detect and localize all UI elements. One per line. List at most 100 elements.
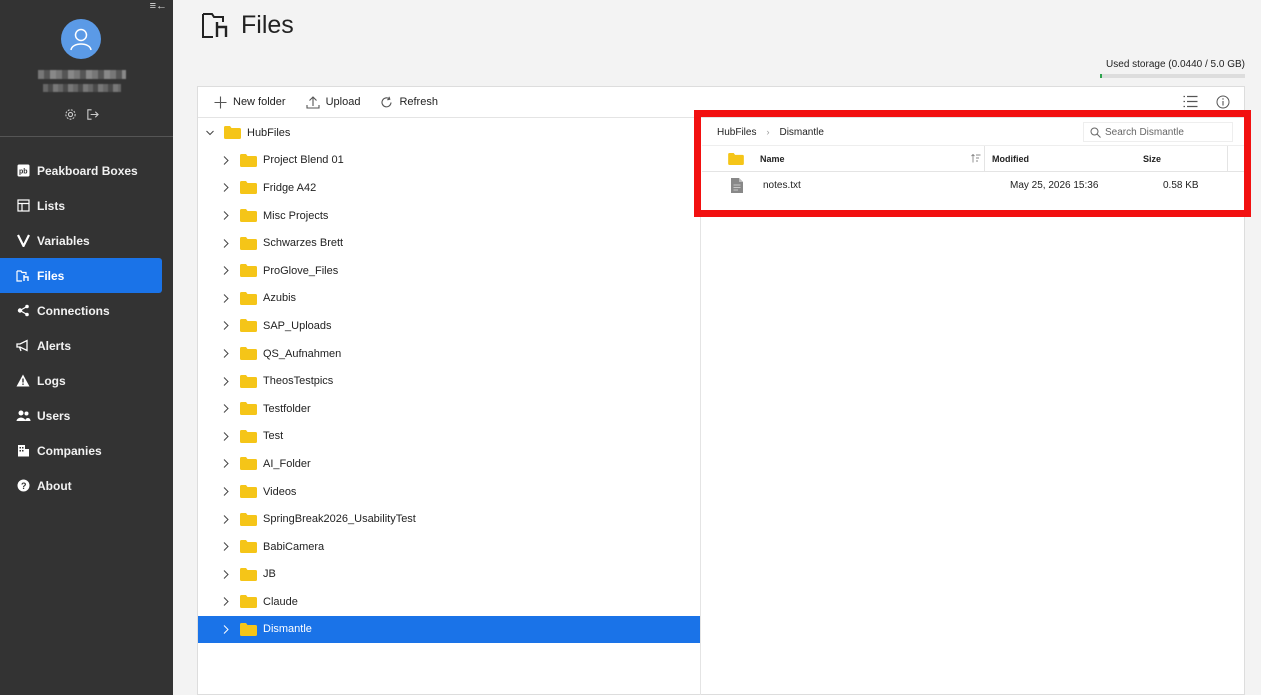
folder-icon: [240, 429, 257, 443]
chevron-right-icon[interactable]: [220, 431, 232, 441]
chevron-right-icon[interactable]: [220, 404, 232, 414]
file-manager-panel: New folder Upload Refresh HubFiles Proje…: [197, 86, 1245, 695]
tree-folder-label: Dismantle: [263, 623, 312, 636]
chevron-right-icon[interactable]: [220, 569, 232, 579]
info-icon[interactable]: [1216, 95, 1230, 109]
sidebar-item-label: Peakboard Boxes: [37, 163, 138, 178]
collapse-sidebar-button[interactable]: ≡←: [150, 0, 167, 12]
chevron-right-icon[interactable]: [220, 487, 232, 496]
tree-folder-label: Project Blend 01: [263, 154, 344, 167]
tree-folder-label: Videos: [263, 485, 297, 498]
storage-bar-fill: [1100, 74, 1102, 78]
folder-icon: [224, 126, 241, 140]
folder-icon: [240, 512, 257, 526]
chevron-right-icon[interactable]: [220, 597, 232, 607]
megaphone-icon: [15, 338, 31, 354]
tree-folder-item[interactable]: Videos: [198, 478, 700, 506]
tree-folder-item[interactable]: AI_Folder: [198, 450, 700, 478]
chevron-right-icon: ›: [766, 127, 770, 137]
tree-folder-label: SpringBreak2026_UsabilityTest: [263, 513, 416, 526]
column-header-modified[interactable]: Modified: [992, 154, 1029, 164]
folder-icon: [728, 152, 744, 165]
column-header-size[interactable]: Size: [1143, 154, 1161, 164]
breadcrumb-item-current[interactable]: Dismantle: [779, 127, 823, 138]
chevron-right-icon[interactable]: [220, 376, 232, 386]
tree-folder-item[interactable]: Azubis: [198, 285, 700, 313]
sidebar-item-peakboard-boxes[interactable]: pb Peakboard Boxes: [0, 153, 162, 188]
sidebar-item-about[interactable]: ? About: [0, 468, 162, 503]
tree-folder-item[interactable]: Misc Projects: [198, 202, 700, 230]
folder-icon: [240, 595, 257, 609]
folder-icon: [240, 291, 257, 305]
avatar[interactable]: [61, 19, 101, 59]
user-icon: [70, 28, 92, 51]
tree-folder-item[interactable]: SpringBreak2026_UsabilityTest: [198, 505, 700, 533]
chevron-right-icon[interactable]: [220, 459, 232, 469]
warning-icon: [15, 373, 31, 389]
search-input[interactable]: Search Dismantle: [1083, 122, 1233, 142]
new-folder-button[interactable]: New folder: [214, 96, 286, 109]
chevron-right-icon[interactable]: [220, 321, 232, 331]
chevron-right-icon[interactable]: [220, 542, 232, 552]
user-email-redacted: [43, 84, 121, 92]
tree-folder-item[interactable]: Project Blend 01: [198, 147, 700, 175]
plus-icon: [214, 96, 227, 109]
chevron-right-icon[interactable]: [220, 294, 232, 303]
tree-folder-label: Misc Projects: [263, 209, 329, 222]
tree-folder-item[interactable]: Schwarzes Brett: [198, 229, 700, 257]
sidebar-item-label: Logs: [37, 373, 66, 388]
sidebar-item-connections[interactable]: Connections: [0, 293, 162, 328]
chevron-right-icon[interactable]: [220, 266, 232, 276]
sidebar-item-label: Variables: [37, 233, 90, 248]
chevron-right-icon[interactable]: [220, 625, 232, 634]
logout-icon[interactable]: [85, 107, 99, 121]
settings-gear-icon[interactable]: [63, 107, 77, 121]
folder-icon: [240, 457, 257, 471]
chevron-right-icon[interactable]: [220, 211, 232, 220]
tree-folder-item[interactable]: Testfolder: [198, 395, 700, 423]
tree-folder-item[interactable]: ProGlove_Files: [198, 257, 700, 285]
tree-folder-item[interactable]: QS_Aufnahmen: [198, 340, 700, 368]
tree-folder-item[interactable]: BabiCamera: [198, 533, 700, 561]
tree-folder-item[interactable]: Fridge A42: [198, 174, 700, 202]
tree-folder-label: ProGlove_Files: [263, 264, 339, 277]
chevron-right-icon[interactable]: [220, 156, 232, 165]
page-title: Files: [201, 10, 294, 40]
chevron-down-icon[interactable]: [204, 130, 216, 136]
chevron-right-icon[interactable]: [220, 183, 232, 193]
tree-folder-item[interactable]: Dismantle: [198, 615, 700, 644]
pb-icon: pb: [15, 163, 31, 179]
column-divider[interactable]: [1227, 146, 1228, 172]
tree-folder-item[interactable]: Test: [198, 423, 700, 451]
refresh-button[interactable]: Refresh: [380, 96, 438, 109]
tree-folder-item[interactable]: SAP_Uploads: [198, 312, 700, 340]
breadcrumb-item-hubfiles[interactable]: HubFiles: [717, 127, 756, 138]
user-name-redacted: [38, 70, 126, 79]
upload-button[interactable]: Upload: [306, 95, 360, 109]
sidebar-item-alerts[interactable]: Alerts: [0, 328, 162, 363]
tree-folder-item[interactable]: JB: [198, 561, 700, 589]
sidebar-item-lists[interactable]: Lists: [0, 188, 162, 223]
sidebar-item-companies[interactable]: Companies: [0, 433, 162, 468]
sidebar-item-users[interactable]: Users: [0, 398, 162, 433]
tree-folder-item[interactable]: Claude: [198, 588, 700, 616]
text-file-icon: [731, 178, 743, 193]
tree-folder-label: Fridge A42: [263, 181, 317, 194]
toolbar: New folder Upload Refresh: [198, 87, 1244, 118]
chevron-right-icon[interactable]: [220, 349, 232, 358]
chevron-right-icon[interactable]: [220, 514, 232, 524]
sidebar-item-files[interactable]: Files: [0, 258, 162, 293]
tree-folder-label: TheosTestpics: [263, 375, 334, 388]
sidebar-item-logs[interactable]: Logs: [0, 363, 162, 398]
sort-icon[interactable]: [971, 154, 981, 163]
tree-folder-item[interactable]: TheosTestpics: [198, 367, 700, 395]
file-row[interactable]: notes.txt May 25, 2026 15:36 0.58 KB: [702, 172, 1245, 199]
sidebar-item-variables[interactable]: Variables: [0, 223, 162, 258]
tree-root-folder[interactable]: HubFiles: [198, 119, 700, 147]
column-header-name[interactable]: Name: [760, 154, 785, 164]
chevron-right-icon[interactable]: [220, 238, 232, 248]
column-divider[interactable]: [984, 146, 985, 172]
lists-icon: [15, 198, 31, 214]
tree-root-label: HubFiles: [247, 126, 291, 139]
list-view-icon[interactable]: [1183, 95, 1198, 109]
